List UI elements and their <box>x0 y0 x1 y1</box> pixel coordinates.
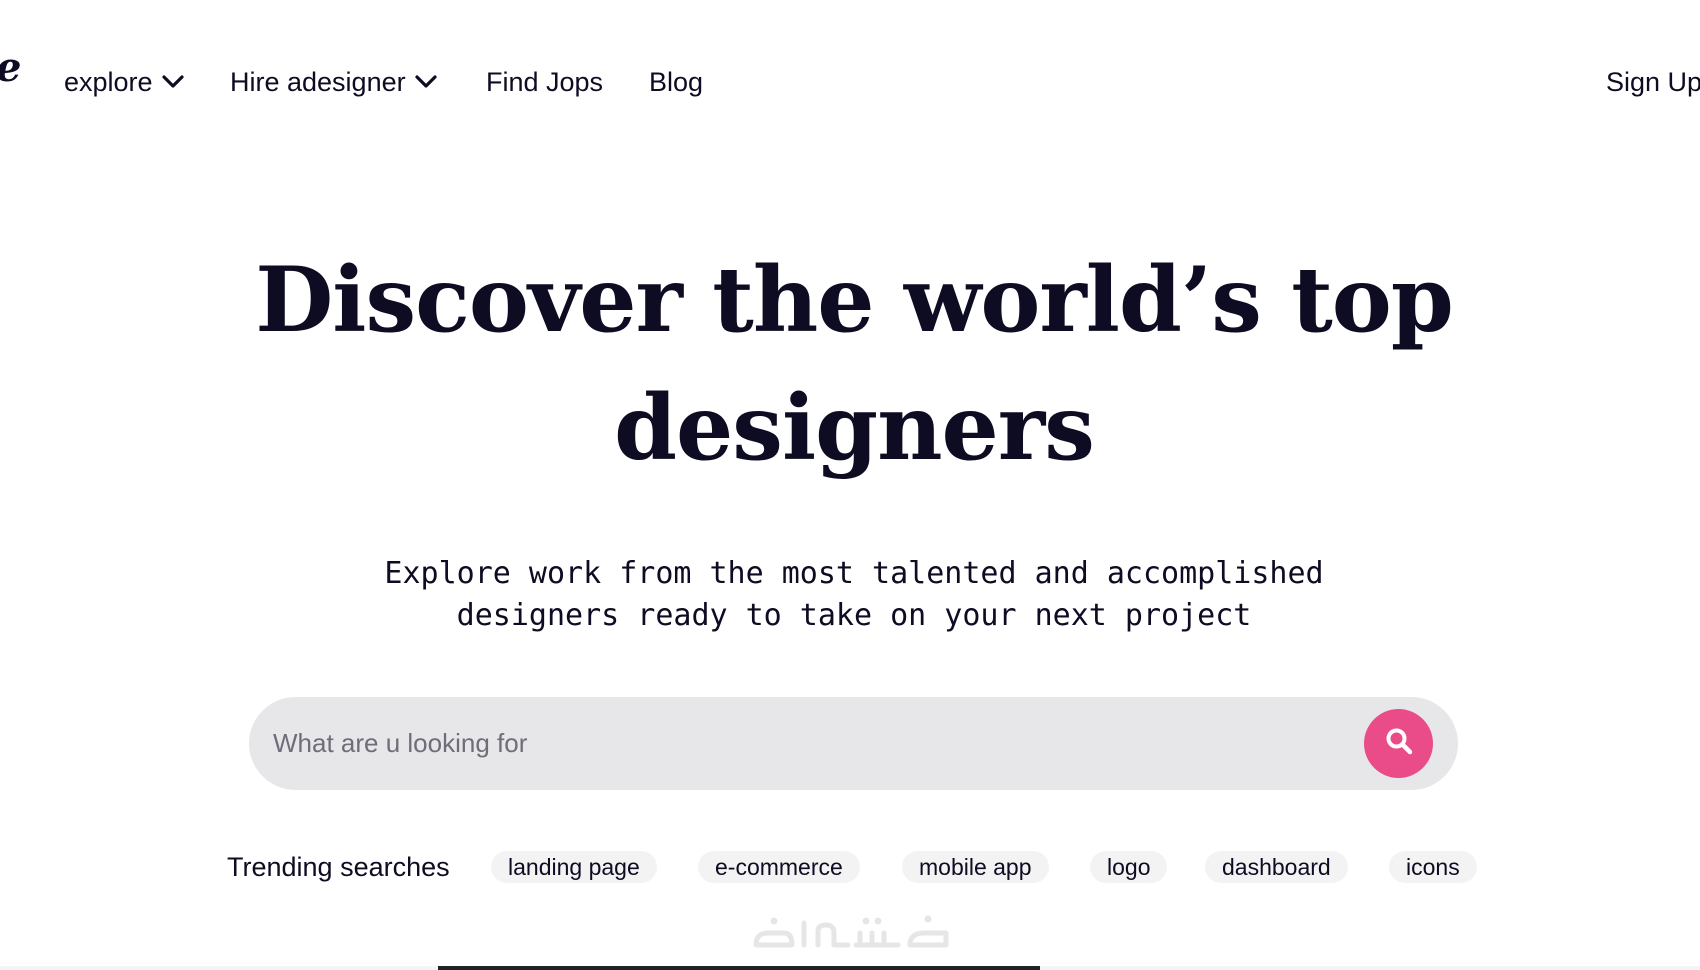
nav-hire-label: Hire adesigner <box>230 66 406 97</box>
nav-explore-label: explore <box>64 66 153 97</box>
search-button[interactable] <box>1364 709 1433 778</box>
nav-blog[interactable]: Blog <box>649 64 703 100</box>
search-icon <box>1384 726 1414 761</box>
trending-tag-e-commerce[interactable]: e-commerce <box>698 851 860 883</box>
hero-title: Discover the world’s top designers <box>0 236 1700 492</box>
hero-title-line1: Discover the world’s top <box>255 247 1454 353</box>
trending-tag-icons[interactable]: icons <box>1389 851 1477 883</box>
hero-subtitle-line2: designers ready to take on your next pro… <box>456 598 1252 633</box>
nav-find-jobs[interactable]: Find Jops <box>486 64 603 100</box>
chevron-down-icon <box>161 70 185 94</box>
trending-searches-label: Trending searches <box>227 852 450 882</box>
trending-tag-dashboard[interactable]: dashboard <box>1205 851 1348 883</box>
watermark-logo <box>753 915 949 948</box>
hero-subtitle-line1: Explore work from the most talented and … <box>384 556 1324 591</box>
trending-tag-mobile-app[interactable]: mobile app <box>902 851 1049 883</box>
search-bar <box>249 697 1458 790</box>
nav-jobs-label: Find Jops <box>486 66 604 97</box>
hero-title-line2: designers <box>614 375 1095 481</box>
trending-tag-logo[interactable]: logo <box>1090 851 1168 883</box>
nav-explore[interactable]: explore <box>64 64 185 100</box>
hero-subtitle: Explore work from the most talented and … <box>0 553 1700 637</box>
sign-up-link[interactable]: Sign Up <box>1606 64 1700 100</box>
trending-tag-landing-page[interactable]: landing page <box>491 851 657 883</box>
sign-up-label: Sign Up <box>1606 66 1700 97</box>
chevron-down-icon <box>414 70 438 94</box>
bottom-media-strip <box>438 966 1040 970</box>
nav-blog-label: Blog <box>649 66 704 97</box>
main-nav: explore Hire adesigner Find Jops Blog Si… <box>0 0 1700 164</box>
search-input[interactable] <box>273 697 1333 790</box>
nav-hire-designer[interactable]: Hire adesigner <box>230 64 438 100</box>
